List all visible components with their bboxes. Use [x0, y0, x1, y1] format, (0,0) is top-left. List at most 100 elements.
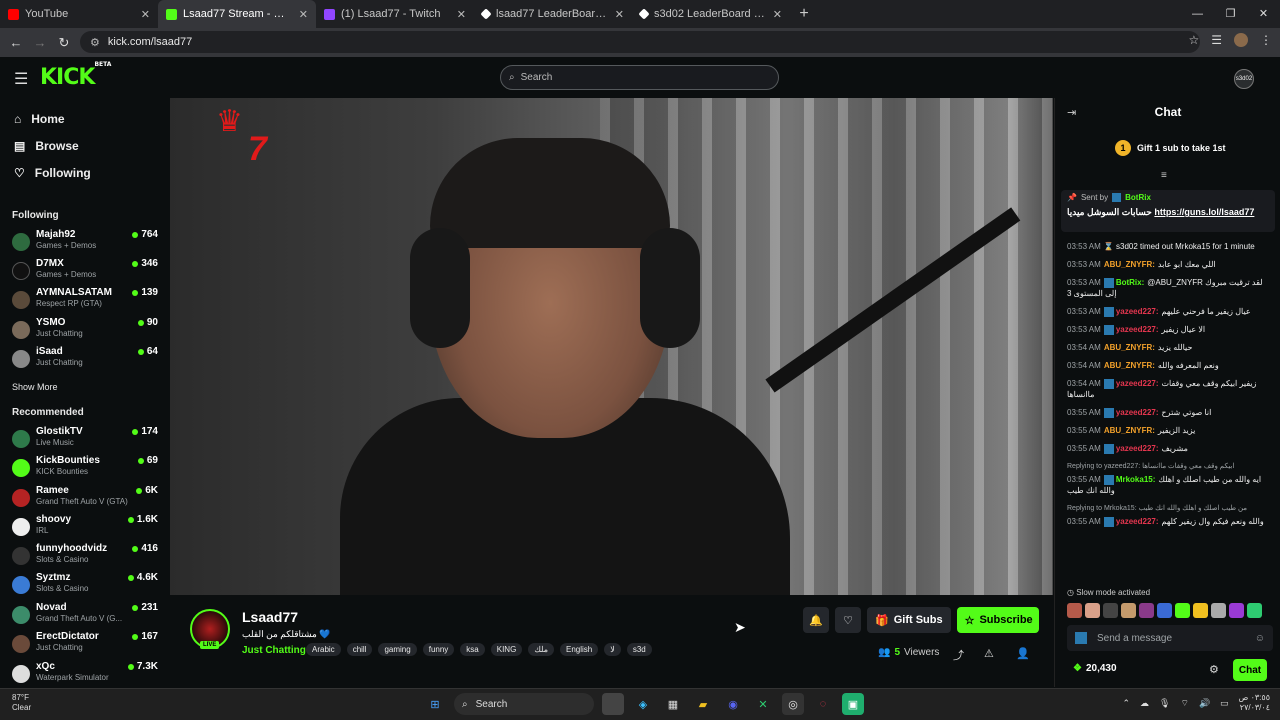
- subscribe-button[interactable]: ☆ Subscribe: [956, 607, 1039, 633]
- url-bar[interactable]: ⚙ kick.com/lsaad77: [80, 31, 1200, 53]
- copilot-icon[interactable]: ◈: [632, 693, 654, 715]
- cloud-icon[interactable]: ☁: [1140, 698, 1149, 709]
- close-icon[interactable]: ✕: [773, 8, 782, 21]
- sidebar-channel[interactable]: D7MX Games + Demos 346: [12, 258, 162, 284]
- menu-dots-icon[interactable]: ⋮: [1260, 33, 1272, 47]
- tab-leaderboard-2[interactable]: s3d02 LeaderBoard | The best Giveaway ✕: [632, 0, 790, 28]
- sidebar-channel[interactable]: funnyhoodvidz Slots & Casino 416: [12, 543, 162, 569]
- sidebar-channel[interactable]: shoovy IRL 1.6K: [12, 514, 162, 540]
- close-icon[interactable]: ✕: [457, 8, 466, 21]
- sidebar-channel[interactable]: iSaad Just Chatting 64: [12, 346, 162, 372]
- msg-user[interactable]: yazeed227:: [1116, 325, 1159, 334]
- msg-user[interactable]: yazeed227:: [1116, 444, 1159, 453]
- msg-user[interactable]: yazeed227:: [1116, 307, 1159, 316]
- streamer-name[interactable]: Lsaad77: [242, 609, 298, 625]
- tag[interactable]: لا: [604, 643, 621, 656]
- msg-user[interactable]: yazeed227:: [1116, 517, 1159, 526]
- emote-icon[interactable]: [1139, 603, 1154, 618]
- follow-button[interactable]: ♡: [835, 607, 861, 633]
- emote-icon[interactable]: [1085, 603, 1100, 618]
- taskbar-search[interactable]: ⌕ Search: [454, 693, 594, 715]
- emoji-icon[interactable]: ☺: [1255, 633, 1265, 644]
- mic-icon[interactable]: 🎙: [1159, 698, 1170, 709]
- pinned-link[interactable]: https://guns.lol/lsaad77: [1154, 207, 1254, 217]
- forward-icon[interactable]: →: [28, 35, 52, 50]
- emote-icon[interactable]: [1121, 603, 1136, 618]
- msg-user[interactable]: ABU_ZNYFR:: [1104, 426, 1155, 435]
- close-icon[interactable]: ✕: [615, 8, 624, 21]
- sidebar-channel[interactable]: Syztmz Slots & Casino 4.6K: [12, 572, 162, 598]
- profile-avatar[interactable]: [1234, 33, 1248, 47]
- report-icon[interactable]: ⚠: [984, 647, 994, 660]
- sidebar-channel[interactable]: KickBounties KICK Bounties 69: [12, 455, 162, 481]
- channel-points[interactable]: ❖ 20,430: [1073, 663, 1117, 674]
- notification-bell-button[interactable]: 🔔: [803, 607, 829, 633]
- emote-icon[interactable]: [1157, 603, 1172, 618]
- msg-user[interactable]: yazeed227:: [1116, 408, 1159, 417]
- weather-widget[interactable]: 87°F Clear: [12, 693, 31, 713]
- hamburger-icon[interactable]: ☰: [14, 69, 28, 89]
- sidebar-channel[interactable]: Novad Grand Theft Auto V (G... 231: [12, 602, 162, 628]
- close-icon[interactable]: ✕: [141, 8, 150, 21]
- chrome-icon[interactable]: ◎: [782, 693, 804, 715]
- tag[interactable]: s3d: [626, 643, 652, 656]
- chevron-up-icon[interactable]: ⌃: [1122, 698, 1130, 709]
- sidebar-channel[interactable]: Ramee Grand Theft Auto V (GTA) 6K: [12, 485, 162, 511]
- emote-icon[interactable]: [1193, 603, 1208, 618]
- close-window-icon[interactable]: ✕: [1247, 0, 1280, 28]
- tab-leaderboard-1[interactable]: lsaad77 LeaderBoard | The best Giveaway …: [474, 0, 632, 28]
- nav-browse[interactable]: ▤ Browse: [0, 132, 170, 159]
- task-view-icon[interactable]: [602, 693, 624, 715]
- windows-start-icon[interactable]: ⊞: [424, 693, 446, 715]
- nav-following[interactable]: ♡ Following: [0, 159, 170, 186]
- reading-list-icon[interactable]: ☰: [1211, 33, 1222, 47]
- msg-user[interactable]: ABU_ZNYFR:: [1104, 260, 1155, 269]
- site-info-icon[interactable]: ⚙: [90, 36, 100, 49]
- add-user-icon[interactable]: 👤: [1016, 647, 1030, 660]
- file-explorer-icon[interactable]: ▰: [692, 693, 714, 715]
- emote-icon[interactable]: [1229, 603, 1244, 618]
- close-icon[interactable]: ✕: [299, 8, 308, 21]
- emote-icon[interactable]: [1103, 603, 1118, 618]
- emote-icon[interactable]: [1067, 603, 1082, 618]
- stream-category[interactable]: Just Chatting: [242, 645, 306, 656]
- tag[interactable]: chill: [346, 643, 373, 656]
- xbox-icon[interactable]: ✕: [752, 693, 774, 715]
- nav-home[interactable]: ⌂ Home: [0, 105, 170, 132]
- minimize-icon[interactable]: —: [1181, 0, 1214, 28]
- msg-user[interactable]: BotRix:: [1116, 278, 1144, 287]
- sidebar-channel[interactable]: YSMO Just Chatting 90: [12, 317, 162, 343]
- emote-icon[interactable]: [1211, 603, 1226, 618]
- gift-leaderboard[interactable]: 1 Gift 1 sub to take 1st: [1115, 140, 1226, 156]
- bookmark-star-icon[interactable]: ☆: [1188, 33, 1199, 47]
- tab-youtube[interactable]: YouTube ✕: [0, 0, 158, 28]
- gift-subs-button[interactable]: 🎁 Gift Subs: [867, 607, 951, 633]
- terminal-icon[interactable]: ▣: [842, 693, 864, 715]
- msg-user[interactable]: yazeed227:: [1116, 379, 1159, 388]
- tag[interactable]: KING: [490, 643, 523, 656]
- tab-twitch[interactable]: (1) Lsaad77 - Twitch ✕: [316, 0, 474, 28]
- kick-logo[interactable]: KICKBETA: [40, 61, 111, 90]
- clock[interactable]: ٠٣:٥٥ ص ٢٧/٠٣/٠٤: [1239, 693, 1270, 713]
- battery-icon[interactable]: ▭: [1220, 698, 1229, 709]
- store-icon[interactable]: ▦: [662, 693, 684, 715]
- tab-kick[interactable]: Lsaad77 Stream - Watch Live on Kick ✕: [158, 0, 316, 28]
- chat-input[interactable]: Send a message ☺: [1067, 625, 1273, 651]
- msg-user[interactable]: ABU_ZNYFR:: [1104, 343, 1155, 352]
- tag[interactable]: funny: [422, 643, 455, 656]
- sidebar-channel[interactable]: AYMNALSATAM Respect RP (GTA) 139: [12, 287, 162, 313]
- pinned-user[interactable]: BotRix: [1125, 193, 1151, 202]
- sidebar-channel[interactable]: xQc Waterpark Simulator 7.3K: [12, 661, 162, 687]
- emote-icon[interactable]: [1247, 603, 1262, 618]
- new-tab-button[interactable]: +: [790, 0, 818, 28]
- user-avatar[interactable]: s3d02: [1234, 69, 1254, 89]
- emote-icon[interactable]: [1175, 603, 1190, 618]
- share-icon[interactable]: ⤴: [953, 647, 964, 663]
- app-icon[interactable]: ◌: [812, 693, 834, 715]
- filter-icon[interactable]: ≡: [1161, 170, 1167, 181]
- video-player[interactable]: ♛ 7: [170, 98, 1053, 595]
- sidebar-channel[interactable]: Majah92 Games + Demos 764: [12, 229, 162, 255]
- tag[interactable]: gaming: [378, 643, 417, 656]
- tag[interactable]: English: [560, 643, 599, 656]
- sidebar-channel[interactable]: ErectDictator Just Chatting 167: [12, 631, 162, 657]
